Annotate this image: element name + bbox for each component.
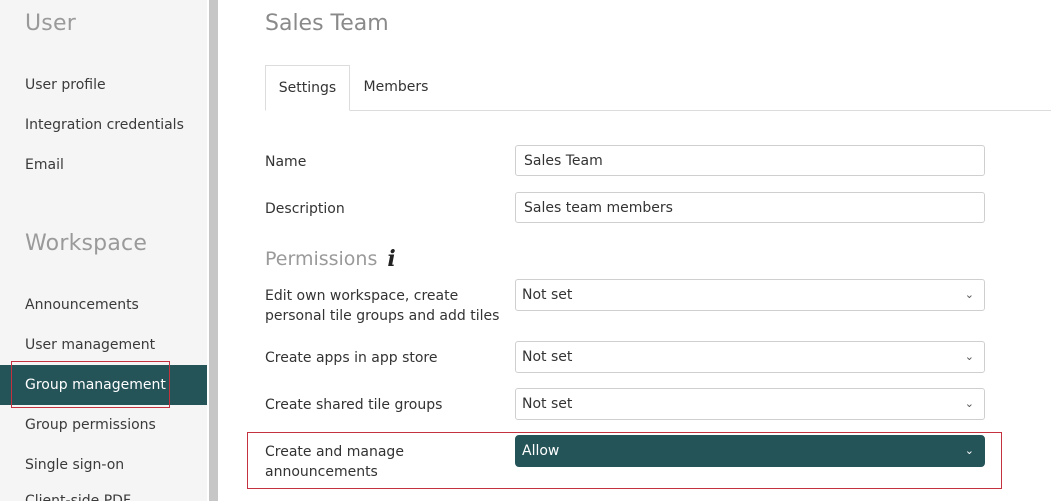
info-icon[interactable]: i <box>387 246 395 272</box>
chevron-down-icon: ⌄ <box>964 397 974 410</box>
select-value: Not set <box>522 349 573 365</box>
chevron-down-icon: ⌄ <box>964 350 974 363</box>
select-value: Allow <box>522 443 560 459</box>
sidebar-item-announcements[interactable]: Announcements <box>0 285 207 325</box>
sidebar-item-user-management[interactable]: User management <box>0 325 207 365</box>
permission-label-edit-workspace: Edit own workspace, create personal tile… <box>265 288 500 324</box>
scrollbar-thumb[interactable] <box>209 0 218 501</box>
permission-select-edit-workspace[interactable]: Not set ⌄ <box>515 279 985 311</box>
permission-select-create-apps[interactable]: Not set ⌄ <box>515 341 985 373</box>
select-value: Not set <box>522 287 573 303</box>
sidebar-item-group-permissions[interactable]: Group permissions <box>0 405 207 445</box>
select-value: Not set <box>522 396 573 412</box>
permission-select-shared-tile-groups[interactable]: Not set ⌄ <box>515 388 985 420</box>
tab-settings[interactable]: Settings <box>265 65 350 111</box>
permissions-title: Permissions <box>265 248 378 270</box>
permissions-heading: Permissions i <box>265 246 396 272</box>
page-title: Sales Team <box>265 11 389 36</box>
permission-label-create-apps: Create apps in app store <box>265 350 438 366</box>
chevron-down-icon: ⌄ <box>964 288 974 301</box>
permission-label-announcements: Create and manage announcements <box>265 444 404 480</box>
name-label: Name <box>265 154 307 170</box>
name-input[interactable] <box>515 145 985 176</box>
sidebar-item-user-profile[interactable]: User profile <box>0 65 207 105</box>
sidebar-heading-user: User <box>25 11 76 36</box>
sidebar-item-single-sign-on[interactable]: Single sign-on <box>0 445 207 485</box>
sidebar-heading-workspace: Workspace <box>25 231 148 256</box>
sidebar-item-client-side-pdf[interactable]: Client-side PDF <box>0 481 207 501</box>
sidebar: User User profile Integration credential… <box>0 0 207 501</box>
permission-select-announcements[interactable]: Allow ⌄ <box>515 435 985 467</box>
description-label: Description <box>265 201 345 217</box>
sidebar-scrollbar[interactable] <box>207 0 223 501</box>
permission-label-shared-tile-groups: Create shared tile groups <box>265 397 443 413</box>
description-input[interactable] <box>515 192 985 223</box>
tab-members[interactable]: Members <box>352 65 440 111</box>
chevron-down-icon: ⌄ <box>964 444 974 457</box>
sidebar-item-integration-credentials[interactable]: Integration credentials <box>0 105 207 145</box>
app-root: User User profile Integration credential… <box>0 0 1051 501</box>
sidebar-item-email[interactable]: Email <box>0 145 207 185</box>
sidebar-item-group-management[interactable]: Group management <box>0 365 207 405</box>
